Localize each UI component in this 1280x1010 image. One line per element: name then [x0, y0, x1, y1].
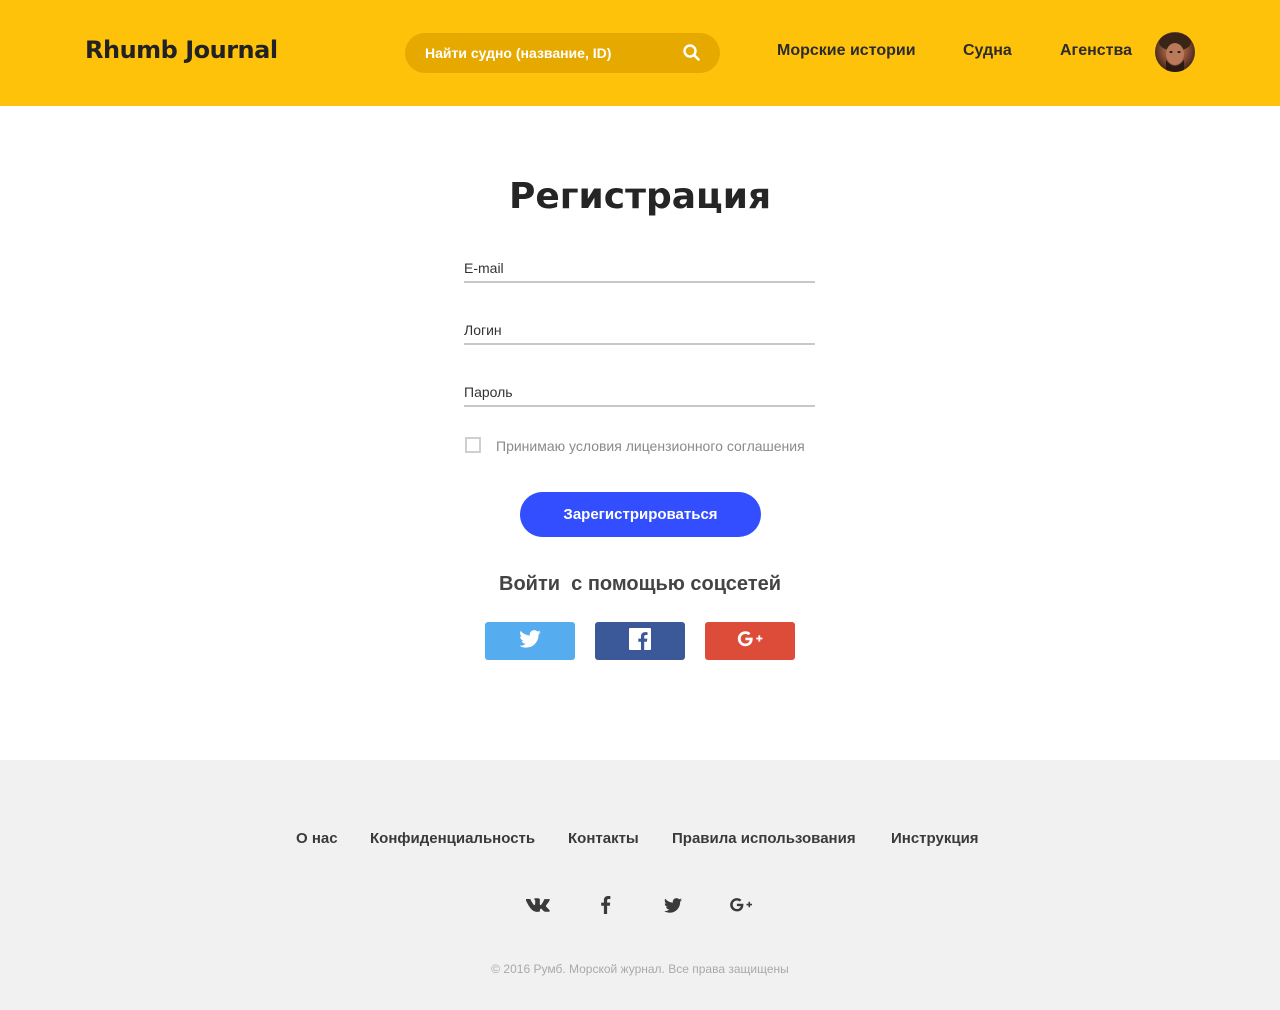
avatar[interactable] [1155, 32, 1195, 72]
footer-link-contacts[interactable]: Контакты [568, 830, 639, 847]
login-field-wrap [464, 316, 815, 346]
search-bar [405, 33, 720, 73]
nav-item-sea-stories[interactable]: Морские истории [777, 42, 916, 60]
register-button[interactable]: Зарегистрироваться [520, 492, 761, 537]
agreement-label[interactable]: Принимаю условия лицензионного соглашени… [496, 438, 805, 454]
nav-item-agencies[interactable]: Агенства [1060, 42, 1132, 60]
footer: О нас Конфиденциальность Контакты Правил… [0, 760, 1280, 1010]
social-login-title: Войти с помощью соцсетей [499, 573, 781, 595]
copyright: © 2016 Румб. Морской журнал. Все права з… [491, 962, 789, 976]
search-icon[interactable] [682, 43, 702, 63]
search-input[interactable] [405, 33, 675, 73]
nav-item-vessels[interactable]: Судна [963, 42, 1012, 60]
google-plus-icon [737, 630, 763, 653]
footer-link-privacy[interactable]: Конфиденциальность [370, 830, 535, 847]
footer-link-about[interactable]: О нас [296, 830, 338, 847]
agreement-row: Принимаю условия лицензионного соглашени… [465, 437, 825, 455]
facebook-icon[interactable] [593, 895, 617, 915]
footer-link-terms[interactable]: Правила использования [672, 830, 856, 847]
google-plus-login-button[interactable] [705, 622, 795, 660]
twitter-login-button[interactable] [485, 622, 575, 660]
header: Rhumb Journal Морские истории Судна Аген… [0, 0, 1280, 106]
password-field[interactable] [464, 378, 815, 407]
facebook-icon [629, 627, 651, 655]
email-field-wrap [464, 254, 815, 284]
google-plus-icon[interactable] [729, 895, 753, 915]
login-field[interactable] [464, 316, 815, 345]
facebook-login-button[interactable] [595, 622, 685, 660]
agreement-checkbox[interactable] [465, 437, 481, 453]
page-title: Регистрация [508, 176, 772, 217]
vk-icon[interactable] [526, 895, 550, 915]
twitter-icon[interactable] [661, 895, 685, 915]
site-logo[interactable]: Rhumb Journal [85, 36, 278, 64]
footer-link-instructions[interactable]: Инструкция [891, 830, 979, 847]
password-field-wrap [464, 378, 815, 408]
twitter-icon [519, 629, 541, 653]
email-field[interactable] [464, 254, 815, 283]
